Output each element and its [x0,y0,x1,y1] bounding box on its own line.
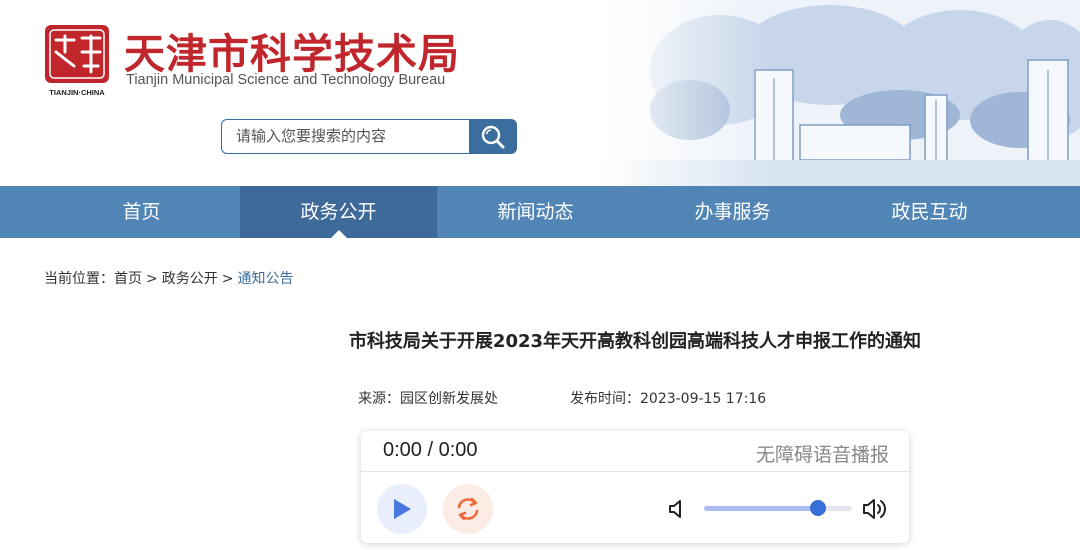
source-label: 来源： [358,391,400,407]
volume-slider[interactable] [704,500,852,516]
repeat-icon [457,497,479,521]
seal-caption: TIANJIN·CHINA [49,88,105,97]
breadcrumb-government-affairs[interactable]: 政务公开 [162,271,218,287]
nav-item-home[interactable]: 首页 [43,186,240,238]
nav-item-services[interactable]: 办事服务 [634,186,831,238]
search-icon [481,125,505,148]
play-button[interactable] [377,484,427,534]
search-button[interactable] [469,119,517,154]
main-nav: 首页 政务公开 新闻动态 办事服务 政民互动 [0,186,1080,238]
site-title-english: Tianjin Municipal Science and Technology… [126,72,446,88]
breadcrumb-home[interactable]: 首页 [114,271,142,287]
header-landmark-illustration [600,0,1080,186]
breadcrumb-notices[interactable]: 通知公告 [237,271,293,287]
article-source: 来源：园区创新发展处 [358,388,498,408]
breadcrumb-prefix: 当前位置： [44,271,114,287]
breadcrumb-separator: > [146,271,158,287]
player-label: 无障碍语音播报 [755,444,889,466]
search-input[interactable]: 请输入您要搜索的内容 [221,119,469,154]
volume-slider-fill [704,506,818,511]
player-time: 0:00 / 0:00 [383,439,478,461]
volume-slider-handle[interactable] [809,500,826,516]
date-value: 2023-09-15 17:16 [640,391,767,407]
nav-item-news[interactable]: 新闻动态 [437,186,634,238]
article-title: 市科技局关于开展2023年天开高教科创园高端科技人才申报工作的通知 [348,331,922,352]
seal-logo: TIANJIN·CHINA [45,25,109,97]
player-divider [361,471,909,472]
volume-high-icon[interactable] [861,496,889,522]
date-label: 发布时间： [570,391,640,407]
article-publish-time: 发布时间：2023-09-15 17:16 [570,388,766,408]
volume-low-icon[interactable] [667,498,687,520]
audio-player: 0:00 / 0:00 无障碍语音播报 [361,431,909,543]
breadcrumb-separator: > [221,271,234,287]
repeat-button[interactable] [443,484,493,534]
play-icon [394,499,411,519]
source-value: 园区创新发展处 [400,391,498,407]
nav-item-interaction[interactable]: 政民互动 [831,186,1028,238]
site-header: TIANJIN·CHINA 天津市科学技术局 Tianjin Municipal… [0,0,1080,186]
site-title: 天津市科学技术局 [124,30,460,78]
nav-item-government-affairs[interactable]: 政务公开 [240,186,437,238]
breadcrumb: 当前位置：首页 > 政务公开 > 通知公告 [44,268,293,288]
